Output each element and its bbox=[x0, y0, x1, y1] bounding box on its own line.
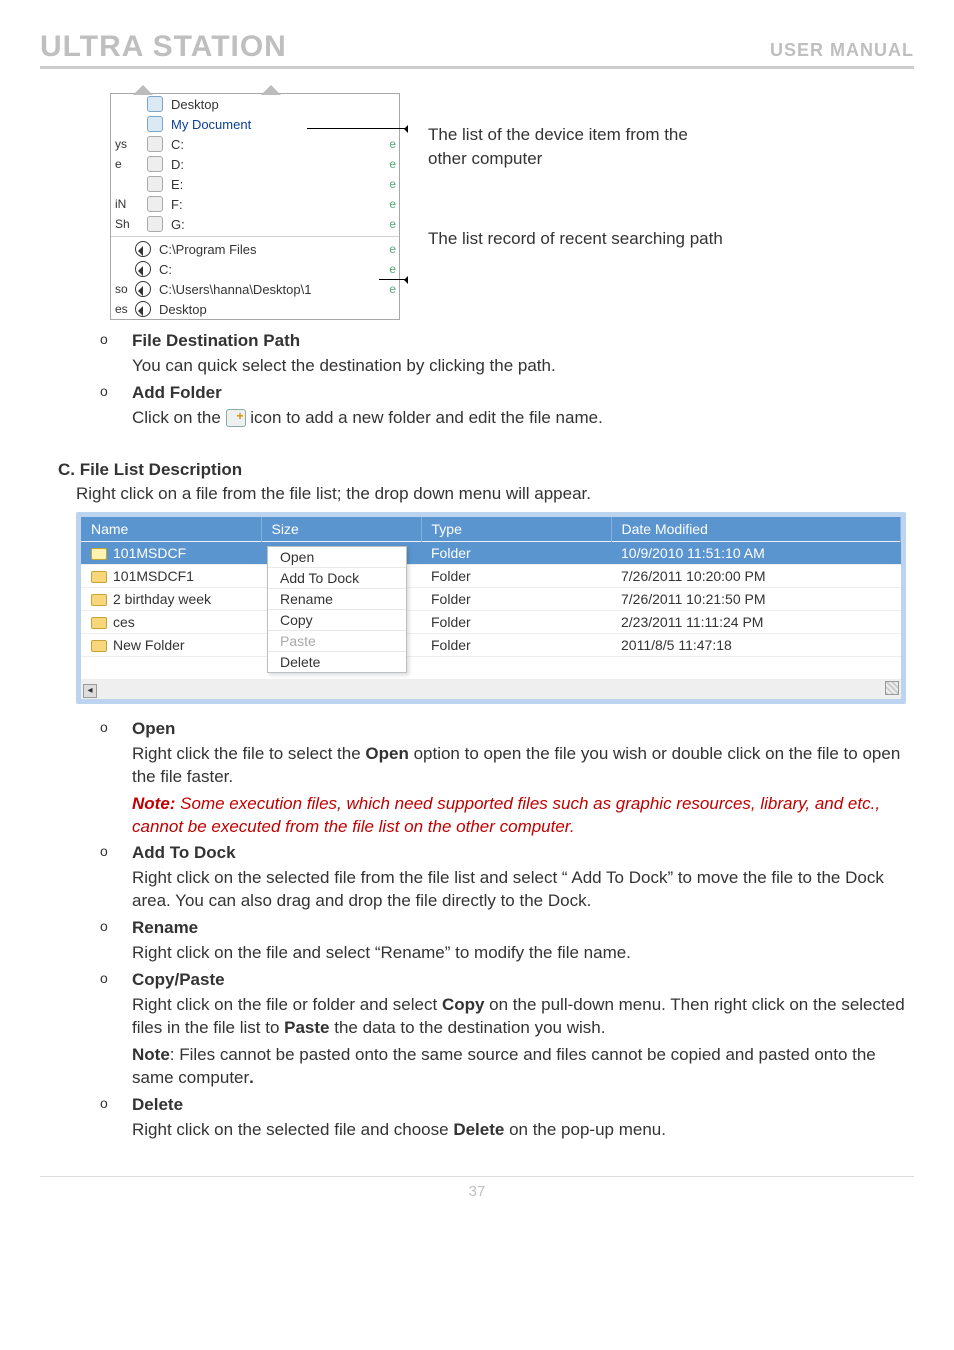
combo-label: My Document bbox=[171, 117, 251, 132]
callout-line: other computer bbox=[428, 147, 723, 171]
folder-icon bbox=[147, 96, 163, 112]
combo-item-c[interactable]: ysC:e bbox=[111, 134, 399, 154]
table-row[interactable]: 101MSDCF1 Folder 7/26/2011 10:20:00 PM bbox=[81, 564, 901, 587]
combo-item-e[interactable]: E:e bbox=[111, 174, 399, 194]
bullet-title: Delete bbox=[132, 1095, 183, 1114]
folder-icon bbox=[147, 116, 163, 132]
bullet-title: Add To Dock bbox=[132, 843, 236, 862]
desc-body: Right click the file to select the Open … bbox=[132, 743, 914, 789]
bullet-body: Click on the icon to add a new folder an… bbox=[132, 407, 914, 430]
col-date[interactable]: Date Modified bbox=[611, 517, 901, 542]
section-c-sub: Right click on a file from the file list… bbox=[76, 484, 914, 504]
history-item[interactable]: esDesktop bbox=[111, 299, 399, 319]
table-row[interactable]: 101MSDCF Folder 10/9/2010 11:51:10 AM bbox=[81, 541, 901, 564]
desc-body: Right click on the file or folder and se… bbox=[132, 994, 914, 1040]
callout-line: The list of the device item from the bbox=[428, 123, 723, 147]
add-folder-icon bbox=[226, 409, 246, 427]
col-size[interactable]: Size bbox=[261, 517, 421, 542]
bullet-add-folder: o Add Folder bbox=[100, 382, 914, 405]
history-item[interactable]: C:e bbox=[111, 259, 399, 279]
drive-icon bbox=[147, 216, 163, 232]
table-row-empty bbox=[81, 656, 901, 679]
desc-addtodock: o Add To Dock bbox=[100, 842, 914, 865]
bullet-mark: o bbox=[100, 330, 112, 353]
context-menu: Open Add To Dock Rename Copy Paste Delet… bbox=[267, 546, 407, 673]
scroll-left-button[interactable]: ◂ bbox=[83, 684, 97, 698]
callout-text: The list of the device item from the oth… bbox=[428, 93, 723, 320]
desc-rename: o Rename bbox=[100, 917, 914, 940]
bullet-title: Add Folder bbox=[132, 383, 222, 402]
drive-icon bbox=[147, 136, 163, 152]
doc-subtitle: USER MANUAL bbox=[770, 40, 914, 61]
bullet-file-destination: o File Destination Path bbox=[100, 330, 914, 353]
menu-delete[interactable]: Delete bbox=[268, 652, 406, 672]
callout-arrow bbox=[379, 279, 407, 280]
combo-item-d[interactable]: eD:e bbox=[111, 154, 399, 174]
menu-rename[interactable]: Rename bbox=[268, 589, 406, 610]
folder-icon bbox=[91, 640, 107, 652]
desc-open: o Open bbox=[100, 718, 914, 741]
combo-label: Desktop bbox=[171, 97, 219, 112]
desc-body: Right click on the file and select “Rena… bbox=[132, 942, 914, 965]
history-icon bbox=[135, 281, 151, 297]
drive-icon bbox=[147, 196, 163, 212]
desc-body: Right click on the selected file from th… bbox=[132, 867, 914, 913]
combo-item-f[interactable]: iNF:e bbox=[111, 194, 399, 214]
history-item[interactable]: C:\Program Filese bbox=[111, 239, 399, 259]
history-icon bbox=[135, 261, 151, 277]
drive-icon bbox=[147, 156, 163, 172]
bullet-body: You can quick select the destination by … bbox=[132, 355, 914, 378]
col-name[interactable]: Name bbox=[81, 517, 261, 542]
file-list: Name Size Type Date Modified 101MSDCF Fo… bbox=[76, 512, 906, 704]
figure-row: Desktop My Document ysC:e eD:e E:e iNF:e… bbox=[110, 93, 914, 320]
page-header: ULTRA STATION USER MANUAL bbox=[40, 30, 914, 69]
combo-item-g[interactable]: ShG:e bbox=[111, 214, 399, 234]
section-c-head: C. File List Description bbox=[58, 460, 914, 480]
menu-paste: Paste bbox=[268, 631, 406, 652]
callout-line: The list record of recent searching path bbox=[428, 227, 723, 251]
table-row[interactable]: ces Folder 2/23/2011 11:11:24 PM bbox=[81, 610, 901, 633]
col-type[interactable]: Type bbox=[421, 517, 611, 542]
folder-icon bbox=[91, 548, 107, 560]
desc-copypaste: o Copy/Paste bbox=[100, 969, 914, 992]
history-item[interactable]: soC:\Users\hanna\Desktop\1e bbox=[111, 279, 399, 299]
page-number: 37 bbox=[40, 1176, 914, 1200]
table-row[interactable]: New Folder Folder 2011/8/5 11:47:18 bbox=[81, 633, 901, 656]
folder-icon bbox=[91, 594, 107, 606]
combo-item-mydoc[interactable]: My Document bbox=[111, 114, 399, 134]
table-row[interactable]: 2 birthday week Folder 7/26/2011 10:21:5… bbox=[81, 587, 901, 610]
folder-icon bbox=[91, 617, 107, 629]
bullet-mark: o bbox=[100, 382, 112, 405]
history-icon bbox=[135, 301, 151, 317]
desc-body: Right click on the selected file and cho… bbox=[132, 1119, 914, 1142]
scroll-right-button[interactable] bbox=[885, 681, 899, 695]
bullet-title: File Destination Path bbox=[132, 331, 300, 350]
desc-note: Note: Files cannot be pasted onto the sa… bbox=[132, 1044, 914, 1090]
menu-copy[interactable]: Copy bbox=[268, 610, 406, 631]
history-icon bbox=[135, 241, 151, 257]
menu-add[interactable]: Add To Dock bbox=[268, 568, 406, 589]
folder-icon bbox=[91, 571, 107, 583]
bullet-title: Copy/Paste bbox=[132, 970, 225, 989]
bullet-title: Open bbox=[132, 719, 175, 738]
desc-note: Note: Some execution files, which need s… bbox=[132, 793, 914, 839]
address-combo[interactable]: Desktop My Document ysC:e eD:e E:e iNF:e… bbox=[110, 93, 400, 320]
file-list-header: Name Size Type Date Modified bbox=[81, 517, 901, 542]
drive-icon bbox=[147, 176, 163, 192]
doc-title: ULTRA STATION bbox=[40, 30, 287, 64]
scrollbar[interactable]: ◂ bbox=[81, 679, 901, 699]
combo-item-desktop[interactable]: Desktop bbox=[111, 94, 399, 114]
callout-arrow bbox=[307, 128, 407, 129]
menu-open[interactable]: Open bbox=[268, 547, 406, 568]
desc-delete: o Delete bbox=[100, 1094, 914, 1117]
bullet-title: Rename bbox=[132, 918, 198, 937]
